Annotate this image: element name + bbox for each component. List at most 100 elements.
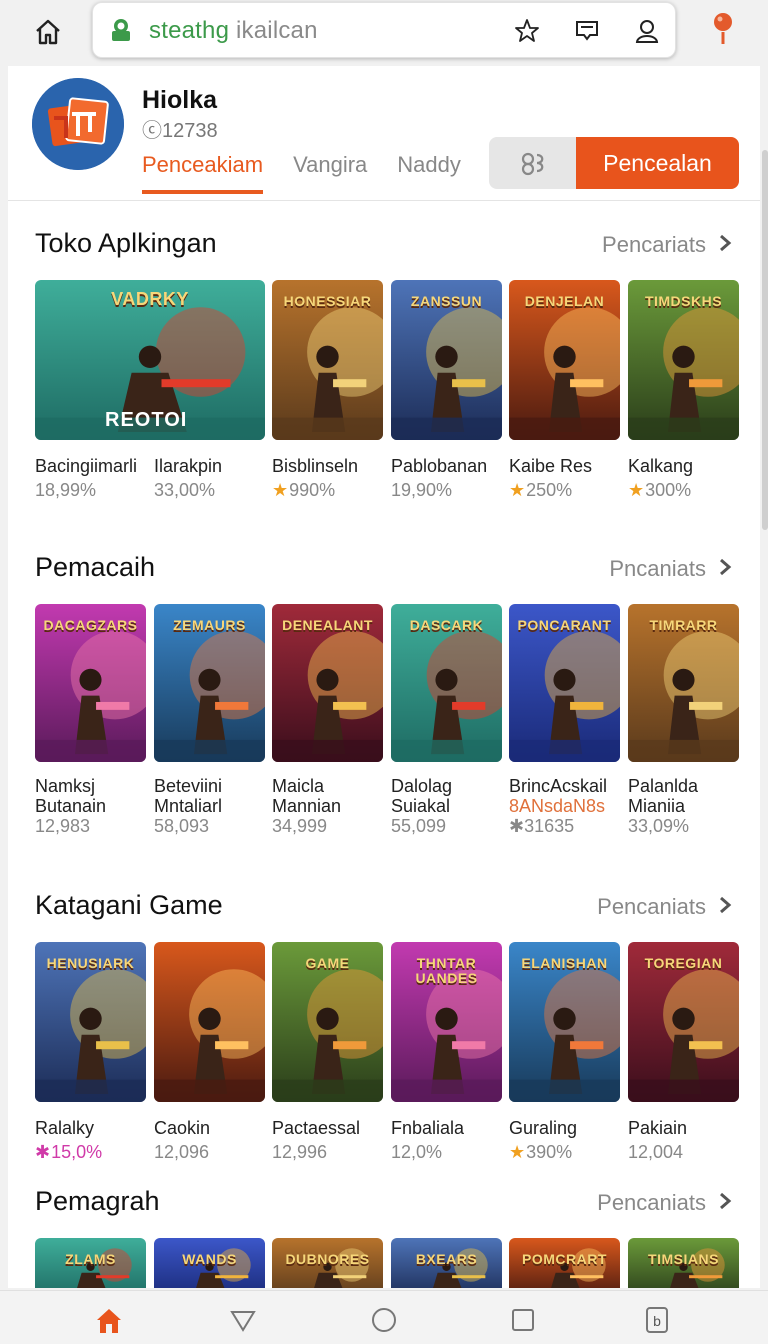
app-thumbnail[interactable]: ZANSSUN: [391, 280, 502, 440]
see-more-label: Pencaniats: [597, 1190, 706, 1215]
see-more-link[interactable]: Pncaniats: [609, 556, 732, 582]
app-thumbnail[interactable]: TOREGIAN: [628, 942, 739, 1102]
b-app-icon[interactable]: b: [642, 1305, 672, 1335]
app-name: Pactaessal: [272, 1118, 361, 1138]
app-name: Pakiain: [628, 1118, 688, 1138]
square-recents-icon[interactable]: [508, 1305, 538, 1335]
app-thumbnail[interactable]: WANDS: [154, 1238, 265, 1288]
thumbnail-title-art: THNTAR UANDES: [415, 955, 478, 986]
app-name: Palanlda: [628, 776, 699, 796]
circle-home-icon[interactable]: [369, 1305, 399, 1335]
app-name: Guraling: [509, 1118, 578, 1138]
message-icon[interactable]: [571, 15, 603, 47]
app-thumbnail[interactable]: PONCARANT: [509, 604, 620, 762]
app-thumbnail[interactable]: GAME: [272, 942, 383, 1102]
system-navigation-bar: b: [0, 1290, 768, 1344]
app-thumbnail[interactable]: TIMDSKHS: [628, 280, 739, 440]
app-rating: 12,983: [35, 816, 91, 836]
app-name: Kaibe Res: [509, 456, 593, 476]
app-name: Beteviini: [154, 776, 223, 796]
app-name-line2: Suiakal: [391, 796, 451, 816]
app-name-line2: Mannian: [272, 796, 342, 816]
thumbnail-title-art: DENEALANT: [282, 617, 373, 633]
lock-icon: [109, 17, 133, 43]
app-thumbnail[interactable]: BXEARS: [391, 1238, 502, 1288]
app-thumbnail[interactable]: POMCRART: [509, 1238, 620, 1288]
location-pin-icon[interactable]: [708, 10, 738, 46]
thumbnail-title-art: HENUSIARK: [46, 955, 135, 971]
thumbnail-title-art: TIMDSKHS: [644, 293, 723, 309]
app-tabs: Penceakiam Vangira Naddy: [142, 152, 461, 194]
browser-toolbar: steathg ikailcan: [0, 0, 768, 64]
thumbnail-title-art: DACAGZARS: [43, 617, 138, 633]
scrollbar[interactable]: [762, 150, 768, 530]
app-rating: 300%: [628, 480, 691, 501]
app-rating: 12,096: [154, 1142, 210, 1162]
home-icon[interactable]: [30, 14, 66, 50]
see-more-link[interactable]: Pencaniats: [597, 894, 732, 920]
see-more-link[interactable]: Pencariats: [602, 232, 732, 258]
app-thumbnail[interactable]: HONESSIAR: [272, 280, 383, 440]
app-rating: ✱31635: [509, 816, 575, 836]
app-thumbnail[interactable]: THNTAR UANDES: [391, 942, 502, 1102]
tab-2[interactable]: Naddy: [397, 152, 461, 194]
app-thumbnail[interactable]: [154, 942, 265, 1102]
thumbnail-title-art: ZLAMS: [65, 1251, 116, 1267]
app-thumbnail[interactable]: VADRKY REOTOI: [35, 280, 265, 440]
app-name: Bacingiimarli: [35, 456, 138, 476]
app-name: Bisblinseln: [272, 456, 359, 476]
app-rating: 250%: [509, 480, 572, 501]
app-thumbnail[interactable]: TIMRARR: [628, 604, 739, 762]
profile-icon[interactable]: [631, 15, 663, 47]
settings-icon[interactable]: [489, 137, 576, 189]
header-divider: [8, 200, 760, 201]
app-rating: 15,0%: [35, 1142, 102, 1163]
thumbnail-title-art: TIMRARR: [649, 617, 718, 633]
primary-action-button[interactable]: Pencealan: [576, 137, 739, 189]
tab-0[interactable]: Penceakiam: [142, 152, 264, 194]
app-thumbnail[interactable]: ZLAMS: [35, 1238, 146, 1288]
thumbnail-title-art: BXEARS: [415, 1251, 478, 1267]
app-name: Ralalky: [35, 1118, 95, 1138]
see-more-label: Pencariats: [602, 232, 706, 257]
back-triangle-icon[interactable]: [228, 1305, 258, 1335]
app-thumbnail[interactable]: TIMSIANS: [628, 1238, 739, 1288]
see-more-link[interactable]: Pencaniats: [597, 1190, 732, 1216]
thumbnail-title-art: DASCARK: [409, 617, 484, 633]
thumbnail-title-art: WANDS: [182, 1251, 237, 1267]
app-name-line2: Butanain: [35, 796, 107, 816]
chevron-right-icon: [718, 1190, 732, 1216]
url-domain: steathg: [149, 17, 230, 44]
app-thumbnail[interactable]: DUBNORES: [272, 1238, 383, 1288]
thumbnail-title-art: TIMSIANS: [648, 1251, 719, 1267]
thumbnail-title-art: DENJELAN: [524, 293, 605, 309]
app-thumbnail[interactable]: DENEALANT: [272, 604, 383, 762]
thumbnail-title-art: PONCARANT: [517, 617, 612, 633]
app-thumbnail[interactable]: DACAGZARS: [35, 604, 146, 762]
app-name: BrincAcskail: [509, 776, 608, 796]
app-rating: 12,996: [272, 1142, 328, 1162]
star-icon[interactable]: [511, 15, 543, 47]
app-thumbnail[interactable]: DASCARK: [391, 604, 502, 762]
thumbnail-title-art: DUBNORES: [285, 1251, 370, 1267]
app-rating: 55,099: [391, 816, 447, 836]
app-thumbnail[interactable]: HENUSIARK: [35, 942, 146, 1102]
home-icon[interactable]: [94, 1305, 124, 1335]
app-name: Maicla: [272, 776, 325, 796]
app-thumbnail[interactable]: DENJELAN: [509, 280, 620, 440]
tab-1[interactable]: Vangira: [293, 152, 367, 194]
app-name: Ilarakpin: [154, 456, 223, 476]
app-thumbnail[interactable]: ZEMAURS: [154, 604, 265, 762]
app-rating: 34,999: [272, 816, 328, 836]
app-name: Kalkang: [628, 456, 694, 476]
see-more-label: Pencaniats: [597, 894, 706, 919]
url-text[interactable]: steathg ikailcan: [149, 17, 318, 45]
app-name-line2: Mianiia: [628, 796, 686, 816]
app-logo: [32, 78, 124, 170]
thumbnail-title-art: POMCRART: [522, 1251, 607, 1267]
app-rating: 12,004: [628, 1142, 684, 1162]
app-thumbnail[interactable]: ELANISHAN: [509, 942, 620, 1102]
address-bar[interactable]: steathg ikailcan: [92, 2, 676, 58]
app-name: Caokin: [154, 1118, 211, 1138]
app-name: Dalolag: [391, 776, 453, 796]
